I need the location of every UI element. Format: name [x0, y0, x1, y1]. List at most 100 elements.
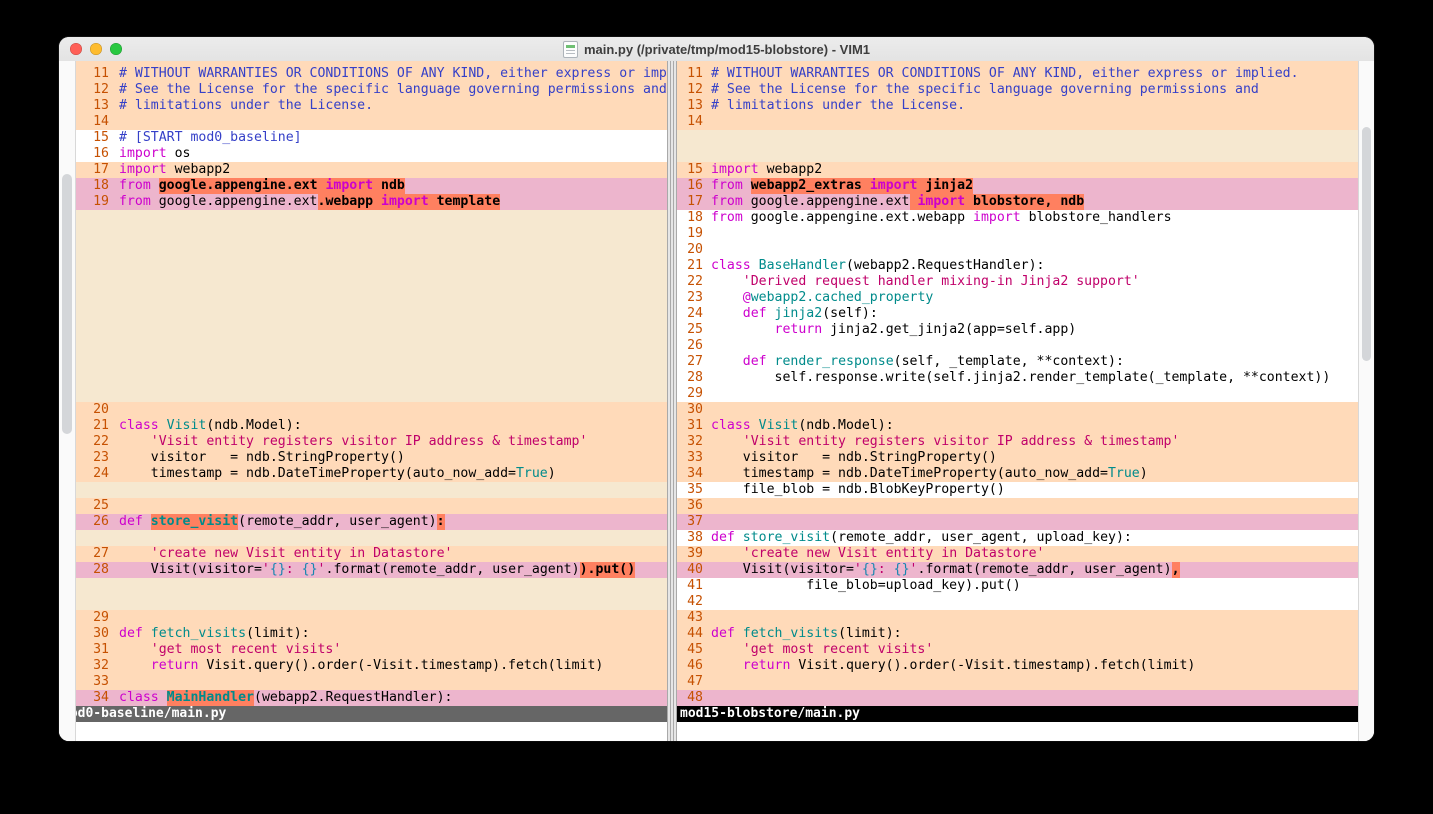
code-text	[119, 674, 667, 690]
python-file-icon	[563, 41, 578, 58]
code-row: 43	[677, 610, 1359, 626]
line-number: 20	[75, 402, 119, 418]
vim-command-line	[59, 722, 1374, 741]
code-row: 47	[677, 674, 1359, 690]
code-row: 19	[677, 226, 1359, 242]
deleted-filler-row	[75, 258, 667, 274]
line-number: 16	[677, 178, 711, 194]
code-row: 27 def render_response(self, _template, …	[677, 354, 1359, 370]
left-statusline: mod0-baseline/main.py	[59, 706, 667, 722]
code-row: 48	[677, 690, 1359, 706]
code-row: 24 def jinja2(self):	[677, 306, 1359, 322]
line-number	[677, 130, 711, 146]
code-text: class MainHandler(webapp2.RequestHandler…	[119, 690, 667, 706]
filler-dashes	[711, 146, 1359, 162]
line-number: 21	[677, 258, 711, 274]
code-row: 28 Visit(visitor='{}: {}'.format(remote_…	[75, 562, 667, 578]
deleted-filler-row	[75, 530, 667, 546]
line-number: 30	[677, 402, 711, 418]
line-number	[75, 354, 119, 370]
code-row: 30def fetch_visits(limit):	[75, 626, 667, 642]
filler-dashes	[119, 290, 667, 306]
left-diff-pane[interactable]: 11# WITHOUT WARRANTIES OR CONDITIONS OF …	[75, 61, 667, 706]
code-row: 21class Visit(ndb.Model):	[75, 418, 667, 434]
filler-dashes	[119, 242, 667, 258]
code-row: 25	[75, 498, 667, 514]
code-text: # See the License for the specific langu…	[119, 82, 667, 98]
code-row: 23 visitor = ndb.StringProperty()	[75, 450, 667, 466]
code-row: 12# See the License for the specific lan…	[677, 82, 1359, 98]
line-number: 39	[677, 546, 711, 562]
line-number: 14	[677, 114, 711, 130]
code-text: 'Visit entity registers visitor IP addre…	[119, 434, 667, 450]
line-number	[75, 274, 119, 290]
line-number: 33	[677, 450, 711, 466]
code-text: timestamp = ndb.DateTimeProperty(auto_no…	[711, 466, 1359, 482]
vertical-split-divider[interactable]	[667, 61, 677, 741]
code-text: 'create new Visit entity in Datastore'	[119, 546, 667, 562]
code-text: class Visit(ndb.Model):	[711, 418, 1359, 434]
code-text	[711, 338, 1359, 354]
filler-dashes	[119, 338, 667, 354]
deleted-filler-row	[75, 210, 667, 226]
line-number: 32	[75, 658, 119, 674]
right-scrollbar[interactable]	[1358, 61, 1374, 741]
right-statusline: mod15-blobstore/main.py	[677, 706, 1359, 722]
left-scrollbar[interactable]	[59, 61, 76, 741]
deleted-filler-row	[677, 146, 1359, 162]
line-number: 20	[677, 242, 711, 258]
filler-dashes	[119, 322, 667, 338]
left-scrollbar-thumb[interactable]	[62, 174, 72, 434]
code-text: from webapp2_extras import jinja2	[711, 178, 1359, 194]
right-diff-pane[interactable]: 11# WITHOUT WARRANTIES OR CONDITIONS OF …	[677, 61, 1359, 706]
line-number: 32	[677, 434, 711, 450]
code-text: self.response.write(self.jinja2.render_t…	[711, 370, 1359, 386]
deleted-filler-row	[75, 322, 667, 338]
desktop-background: main.py (/private/tmp/mod15-blobstore) -…	[0, 0, 1433, 814]
code-row: 26def store_visit(remote_addr, user_agen…	[75, 514, 667, 530]
code-text: # limitations under the License.	[119, 98, 667, 114]
line-number: 24	[677, 306, 711, 322]
code-text	[119, 114, 667, 130]
line-number: 45	[677, 642, 711, 658]
line-number	[75, 258, 119, 274]
line-number: 43	[677, 610, 711, 626]
code-text: class Visit(ndb.Model):	[119, 418, 667, 434]
line-number: 27	[677, 354, 711, 370]
code-row: 31class Visit(ndb.Model):	[677, 418, 1359, 434]
code-text	[711, 242, 1359, 258]
code-row: 32 'Visit entity registers visitor IP ad…	[677, 434, 1359, 450]
line-number: 15	[75, 130, 119, 146]
line-number: 27	[75, 546, 119, 562]
code-row: 16import os	[75, 146, 667, 162]
code-text	[711, 498, 1359, 514]
line-number: 37	[677, 514, 711, 530]
line-number: 28	[75, 562, 119, 578]
code-text	[711, 402, 1359, 418]
deleted-filler-row	[75, 354, 667, 370]
line-number: 48	[677, 690, 711, 706]
code-text: from google.appengine.ext.webapp import …	[711, 210, 1359, 226]
deleted-filler-row	[75, 578, 667, 594]
line-number: 29	[677, 386, 711, 402]
code-row: 26	[677, 338, 1359, 354]
line-number	[75, 322, 119, 338]
code-text: def store_visit(remote_addr, user_agent)…	[119, 514, 667, 530]
line-number: 21	[75, 418, 119, 434]
line-number: 30	[75, 626, 119, 642]
code-text: file_blob = ndb.BlobKeyProperty()	[711, 482, 1359, 498]
code-row: 15# [START mod0_baseline]	[75, 130, 667, 146]
line-number: 13	[677, 98, 711, 114]
right-scrollbar-thumb[interactable]	[1362, 127, 1371, 361]
vim-text-area: 11# WITHOUT WARRANTIES OR CONDITIONS OF …	[59, 61, 1374, 741]
code-text	[711, 610, 1359, 626]
code-row: 37	[677, 514, 1359, 530]
code-text: return Visit.query().order(-Visit.timest…	[119, 658, 667, 674]
code-text: def jinja2(self):	[711, 306, 1359, 322]
line-number: 25	[75, 498, 119, 514]
window-titlebar[interactable]: main.py (/private/tmp/mod15-blobstore) -…	[59, 37, 1374, 62]
line-number: 13	[75, 98, 119, 114]
line-number: 19	[75, 194, 119, 210]
code-text: 'Derived request handler mixing-in Jinja…	[711, 274, 1359, 290]
code-row: 12# See the License for the specific lan…	[75, 82, 667, 98]
